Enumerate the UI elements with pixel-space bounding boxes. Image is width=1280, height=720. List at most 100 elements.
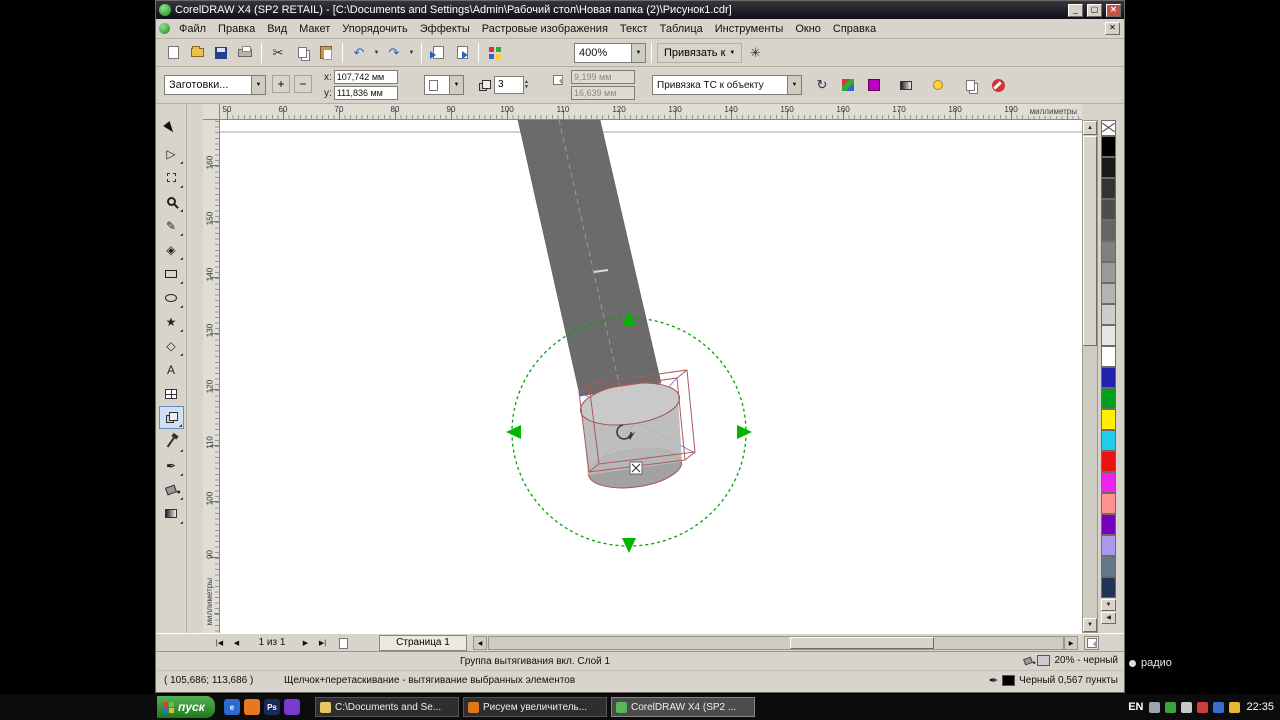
- maximize-button[interactable]: ▢: [1087, 4, 1102, 17]
- palette-color-swatch[interactable]: [1101, 262, 1116, 283]
- chevron-down-icon[interactable]: ▼: [251, 76, 265, 94]
- snap-to-button[interactable]: Привязать к▼: [657, 43, 742, 63]
- crop-tool[interactable]: [159, 166, 184, 189]
- menu-item-Текст[interactable]: Текст: [614, 21, 654, 37]
- first-page-button[interactable]: |◀: [212, 636, 227, 650]
- next-page-button[interactable]: ▶: [298, 636, 313, 650]
- x-position-field[interactable]: 107,742 мм: [334, 70, 398, 84]
- freehand-tool[interactable]: ✎: [159, 214, 184, 237]
- ellipse-tool[interactable]: [159, 286, 184, 309]
- depth-value-field[interactable]: 3: [494, 76, 524, 94]
- menu-item-Окно[interactable]: Окно: [789, 21, 827, 37]
- vertical-ruler[interactable]: миллиметры 16015014013012011010090: [203, 120, 220, 633]
- redo-button[interactable]: ↷: [383, 42, 405, 64]
- no-color-swatch[interactable]: [1101, 120, 1116, 136]
- zoom-tool[interactable]: [159, 190, 184, 213]
- taskbar-task-button[interactable]: C:\Documents and Se...: [315, 697, 459, 717]
- vp-properties-combo[interactable]: Привязка ТС к объекту▼: [652, 75, 802, 95]
- ie-icon[interactable]: e: [224, 699, 240, 715]
- palette-color-swatch[interactable]: [1101, 157, 1116, 178]
- menu-item-Растровые изображения[interactable]: Растровые изображения: [476, 21, 614, 37]
- table-tool[interactable]: [159, 382, 184, 405]
- palette-color-swatch[interactable]: [1101, 430, 1116, 451]
- scroll-down-icon[interactable]: ▼: [1083, 618, 1097, 632]
- language-indicator[interactable]: EN: [1128, 701, 1143, 713]
- copy-button[interactable]: [291, 42, 313, 64]
- palette-color-swatch[interactable]: [1101, 556, 1116, 577]
- vertical-scrollbar[interactable]: ▲ ▼: [1082, 120, 1098, 633]
- basic-shapes-tool[interactable]: ◇: [159, 334, 184, 357]
- pick-tool[interactable]: [159, 118, 184, 141]
- menu-item-Макет[interactable]: Макет: [293, 21, 336, 37]
- horizontal-ruler[interactable]: миллиметры 50607080901001101201301401501…: [220, 104, 1082, 120]
- undo-button[interactable]: ↶: [348, 42, 370, 64]
- fill-tool[interactable]: [159, 478, 184, 501]
- firefox-icon[interactable]: [244, 699, 260, 715]
- drawing-canvas[interactable]: [220, 120, 1082, 633]
- redo-dropdown[interactable]: ▼: [407, 42, 416, 64]
- media-player-icon[interactable]: [284, 699, 300, 715]
- palette-color-swatch[interactable]: [1101, 136, 1116, 157]
- eyedropper-tool[interactable]: [159, 430, 184, 453]
- menu-item-Справка[interactable]: Справка: [827, 21, 882, 37]
- palette-color-swatch[interactable]: [1101, 451, 1116, 472]
- update-icon[interactable]: [1229, 702, 1240, 713]
- rotation-arrow-left[interactable]: [506, 425, 521, 439]
- undo-dropdown[interactable]: ▼: [372, 42, 381, 64]
- palette-color-swatch[interactable]: [1101, 409, 1116, 430]
- palette-color-swatch[interactable]: [1101, 514, 1116, 535]
- export-button[interactable]: [451, 42, 473, 64]
- delete-preset-button[interactable]: −: [294, 75, 312, 93]
- chevron-down-icon[interactable]: ▼: [631, 44, 645, 62]
- palette-color-swatch[interactable]: [1101, 325, 1116, 346]
- x-handle[interactable]: [630, 462, 642, 474]
- extrude-tool[interactable]: [159, 406, 184, 429]
- palette-color-swatch[interactable]: [1101, 535, 1116, 556]
- bevel-button[interactable]: [896, 75, 916, 95]
- taskbar-task-button[interactable]: CorelDRAW X4 (SP2 ...: [611, 697, 755, 717]
- text-tool[interactable]: A: [159, 358, 184, 381]
- page-curl-button[interactable]: [1084, 636, 1099, 650]
- menu-item-Упорядочить[interactable]: Упорядочить: [336, 21, 413, 37]
- chevron-down-icon[interactable]: ▼: [787, 76, 801, 94]
- previous-page-button[interactable]: ◀: [229, 636, 244, 650]
- extrusion-type-combo[interactable]: ▼: [424, 75, 464, 95]
- import-button[interactable]: [427, 42, 449, 64]
- palette-color-swatch[interactable]: [1101, 346, 1116, 367]
- clock[interactable]: 22:35: [1246, 701, 1274, 713]
- horizontal-scrollbar[interactable]: [488, 636, 1064, 650]
- horizontal-scroll-thumb[interactable]: [790, 637, 934, 649]
- options-button[interactable]: ✳: [744, 42, 766, 64]
- close-button[interactable]: ✕: [1106, 4, 1121, 17]
- chevron-down-icon[interactable]: ▼: [449, 76, 463, 94]
- print-button[interactable]: [234, 42, 256, 64]
- menu-item-Вид[interactable]: Вид: [261, 21, 293, 37]
- cut-button[interactable]: ✂: [267, 42, 289, 64]
- page-tab[interactable]: Страница 1: [379, 635, 467, 651]
- extrude-depth-spinner[interactable]: 3 ▲▼: [474, 75, 529, 95]
- extrude-preset-combo[interactable]: Заготовки...▼: [164, 75, 266, 95]
- add-page-button[interactable]: [336, 636, 351, 650]
- photoshop-icon[interactable]: Ps: [264, 699, 280, 715]
- new-document-button[interactable]: [162, 42, 184, 64]
- keyboard-icon[interactable]: [1149, 702, 1160, 713]
- network-icon[interactable]: [1213, 702, 1224, 713]
- scroll-left-icon[interactable]: ◀: [473, 636, 487, 650]
- start-button[interactable]: пуск: [157, 696, 215, 718]
- palette-color-swatch[interactable]: [1101, 283, 1116, 304]
- vertical-scroll-thumb[interactable]: [1083, 136, 1097, 346]
- save-button[interactable]: [210, 42, 232, 64]
- scroll-right-icon[interactable]: ▶: [1064, 636, 1078, 650]
- fill-color-button[interactable]: [864, 75, 884, 95]
- taskbar-task-button[interactable]: Рисуем увеличитель...: [463, 697, 607, 717]
- scroll-up-icon[interactable]: ▲: [1083, 121, 1097, 135]
- menu-item-Правка[interactable]: Правка: [212, 21, 261, 37]
- interactive-fill-tool[interactable]: [159, 502, 184, 525]
- extruded-band[interactable]: [518, 120, 661, 396]
- last-page-button[interactable]: ▶|: [315, 636, 330, 650]
- ruler-corner[interactable]: [203, 104, 220, 120]
- menu-item-Эффекты[interactable]: Эффекты: [414, 21, 476, 37]
- antivirus-icon[interactable]: [1165, 702, 1176, 713]
- rectangle-tool[interactable]: [159, 262, 184, 285]
- zoom-level-combo[interactable]: 400%▼: [574, 43, 646, 63]
